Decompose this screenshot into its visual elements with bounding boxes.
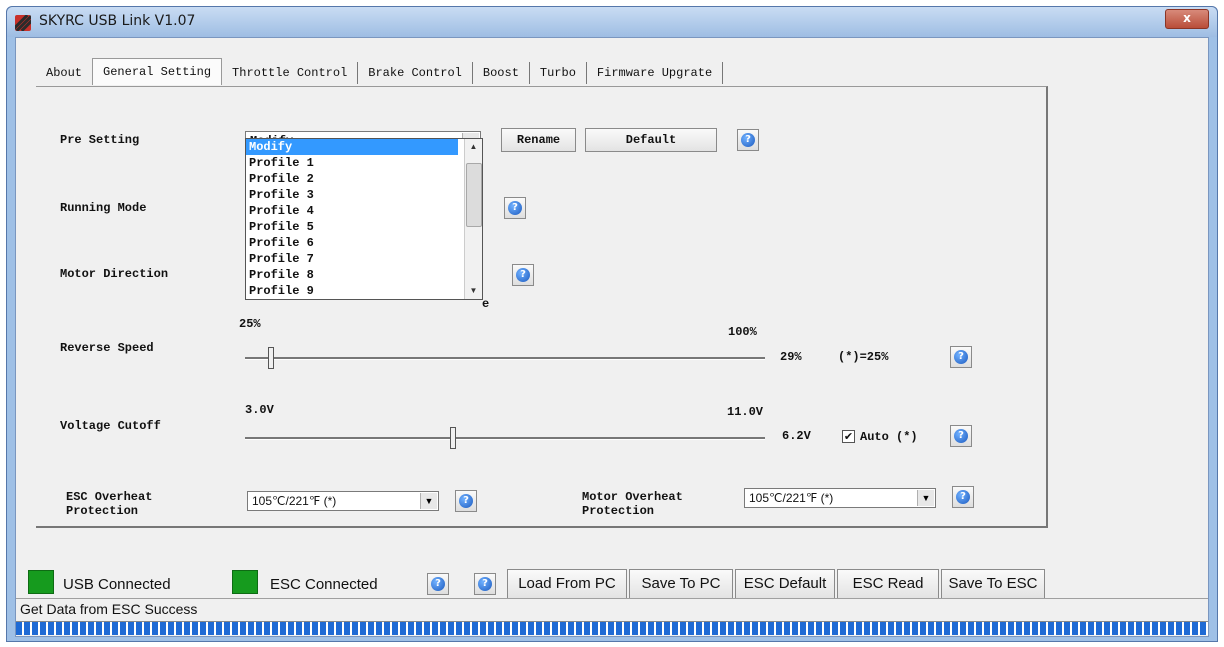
close-button[interactable]: x [1165, 9, 1209, 29]
pre-setting-label: Pre Setting [60, 133, 140, 147]
esc-default-button[interactable]: ESC Default [735, 569, 835, 599]
reverse-speed-default-note: (*)=25% [838, 350, 889, 364]
motor-overheat-label: Motor Overheat Protection [582, 490, 683, 518]
dropdown-option[interactable]: Profile 2 [246, 171, 458, 187]
tab-bar: About General Setting Throttle Control B… [36, 58, 724, 85]
usb-status-indicator [28, 570, 54, 594]
esc-status-indicator [232, 570, 258, 594]
title-bar[interactable]: SKYRC USB Link V1.07 x [7, 7, 1217, 37]
scroll-down-icon[interactable]: ▼ [465, 283, 482, 299]
usb-status-label: USB Connected [63, 576, 171, 593]
help-icon: ? [508, 201, 522, 215]
help-button[interactable]: ? [950, 425, 972, 447]
dropdown-option[interactable]: Profile 6 [246, 235, 458, 251]
scrollbar-thumb[interactable] [466, 163, 482, 227]
client-area: About General Setting Throttle Control B… [15, 37, 1209, 637]
help-icon: ? [431, 577, 445, 591]
help-icon: ? [956, 490, 970, 504]
tab-throttle-control[interactable]: Throttle Control [222, 62, 359, 84]
reverse-speed-min: 25% [239, 317, 261, 331]
esc-status-label: ESC Connected [270, 576, 378, 593]
general-setting-panel: Pre Setting Modify ▼ Rename Default ? Ru… [36, 86, 1048, 528]
auto-label: Auto (*) [860, 430, 918, 444]
dropdown-option[interactable]: Profile 4 [246, 203, 458, 219]
load-from-pc-button[interactable]: Load From PC [507, 569, 627, 599]
help-button[interactable]: ? [737, 129, 759, 151]
dropdown-option[interactable]: Profile 1 [246, 155, 458, 171]
voltage-cutoff-value: 6.2V [782, 429, 811, 443]
voltage-cutoff-slider-track[interactable] [245, 437, 765, 440]
motor-overheat-label-line2: Protection [582, 504, 655, 518]
help-icon: ? [954, 350, 968, 364]
motor-overheat-label-line1: Motor Overheat [582, 490, 683, 504]
voltage-cutoff-slider-thumb[interactable] [450, 427, 456, 449]
reverse-speed-max: 100% [728, 325, 757, 339]
motor-direction-label: Motor Direction [60, 267, 169, 281]
esc-overheat-label-line2: Protection [66, 504, 139, 518]
voltage-cutoff-min: 3.0V [245, 403, 274, 417]
auto-checkbox[interactable]: ✔ [842, 430, 855, 443]
esc-read-button[interactable]: ESC Read [837, 569, 939, 599]
voltage-cutoff-max: 11.0V [727, 405, 764, 419]
help-button[interactable]: ? [512, 264, 534, 286]
tab-about[interactable]: About [36, 62, 92, 84]
chevron-down-icon[interactable]: ▼ [420, 493, 437, 509]
reverse-speed-value: 29% [780, 350, 802, 364]
dropdown-option[interactable]: Modify [246, 139, 458, 155]
rename-button[interactable]: Rename [501, 128, 576, 152]
tab-general-setting[interactable]: General Setting [92, 58, 223, 85]
dropdown-option[interactable]: Profile 5 [246, 219, 458, 235]
tab-turbo[interactable]: Turbo [530, 62, 587, 84]
dropdown-option[interactable]: Profile 9 [246, 283, 458, 299]
save-to-esc-button[interactable]: Save To ESC [941, 569, 1045, 599]
dropdown-scrollbar[interactable]: ▲ ▼ [464, 139, 482, 299]
app-window: SKYRC USB Link V1.07 x About General Set… [6, 6, 1218, 642]
dropdown-option[interactable]: Profile 3 [246, 187, 458, 203]
skyrc-logo-icon [15, 15, 31, 31]
help-button[interactable]: ? [455, 490, 477, 512]
save-to-pc-button[interactable]: Save To PC [629, 569, 733, 599]
esc-overheat-label-line1: ESC Overheat [66, 490, 153, 504]
tab-firmware-upgrate[interactable]: Firmware Upgrate [587, 62, 724, 84]
reverse-speed-slider-track[interactable] [245, 357, 765, 360]
dropdown-option[interactable]: Profile 8 [246, 267, 458, 283]
dropdown-option[interactable]: Profile 7 [246, 251, 458, 267]
voltage-cutoff-label: Voltage Cutoff [60, 419, 161, 433]
help-icon: ? [741, 133, 755, 147]
reverse-speed-label: Reverse Speed [60, 341, 154, 355]
help-button[interactable]: ? [474, 573, 496, 595]
motor-direction-partial-text: e [482, 297, 490, 311]
motor-overheat-value: 105℃/221℉ (*) [749, 491, 834, 505]
help-icon: ? [459, 494, 473, 508]
help-button[interactable]: ? [427, 573, 449, 595]
motor-overheat-select[interactable]: 105℃/221℉ (*) ▼ [744, 488, 936, 508]
esc-overheat-value: 105℃/221℉ (*) [252, 494, 337, 508]
help-button[interactable]: ? [504, 197, 526, 219]
default-button[interactable]: Default [585, 128, 717, 152]
help-button[interactable]: ? [952, 486, 974, 508]
running-mode-label: Running Mode [60, 201, 147, 215]
help-button[interactable]: ? [950, 346, 972, 368]
progress-bar [16, 621, 1208, 635]
tab-brake-control[interactable]: Brake Control [358, 62, 473, 84]
help-icon: ? [516, 268, 530, 282]
chevron-down-icon[interactable]: ▼ [917, 490, 934, 506]
reverse-speed-slider-thumb[interactable] [268, 347, 274, 369]
status-bar: Get Data from ESC Success [16, 598, 1208, 620]
window-title: SKYRC USB Link V1.07 [39, 13, 196, 29]
esc-overheat-label: ESC Overheat Protection [66, 490, 152, 518]
help-icon: ? [954, 429, 968, 443]
esc-overheat-select[interactable]: 105℃/221℉ (*) ▼ [247, 491, 439, 511]
pre-setting-dropdown-list[interactable]: Modify Profile 1 Profile 2 Profile 3 Pro… [245, 138, 483, 300]
help-icon: ? [478, 577, 492, 591]
scroll-up-icon[interactable]: ▲ [465, 139, 482, 155]
tab-boost[interactable]: Boost [473, 62, 530, 84]
